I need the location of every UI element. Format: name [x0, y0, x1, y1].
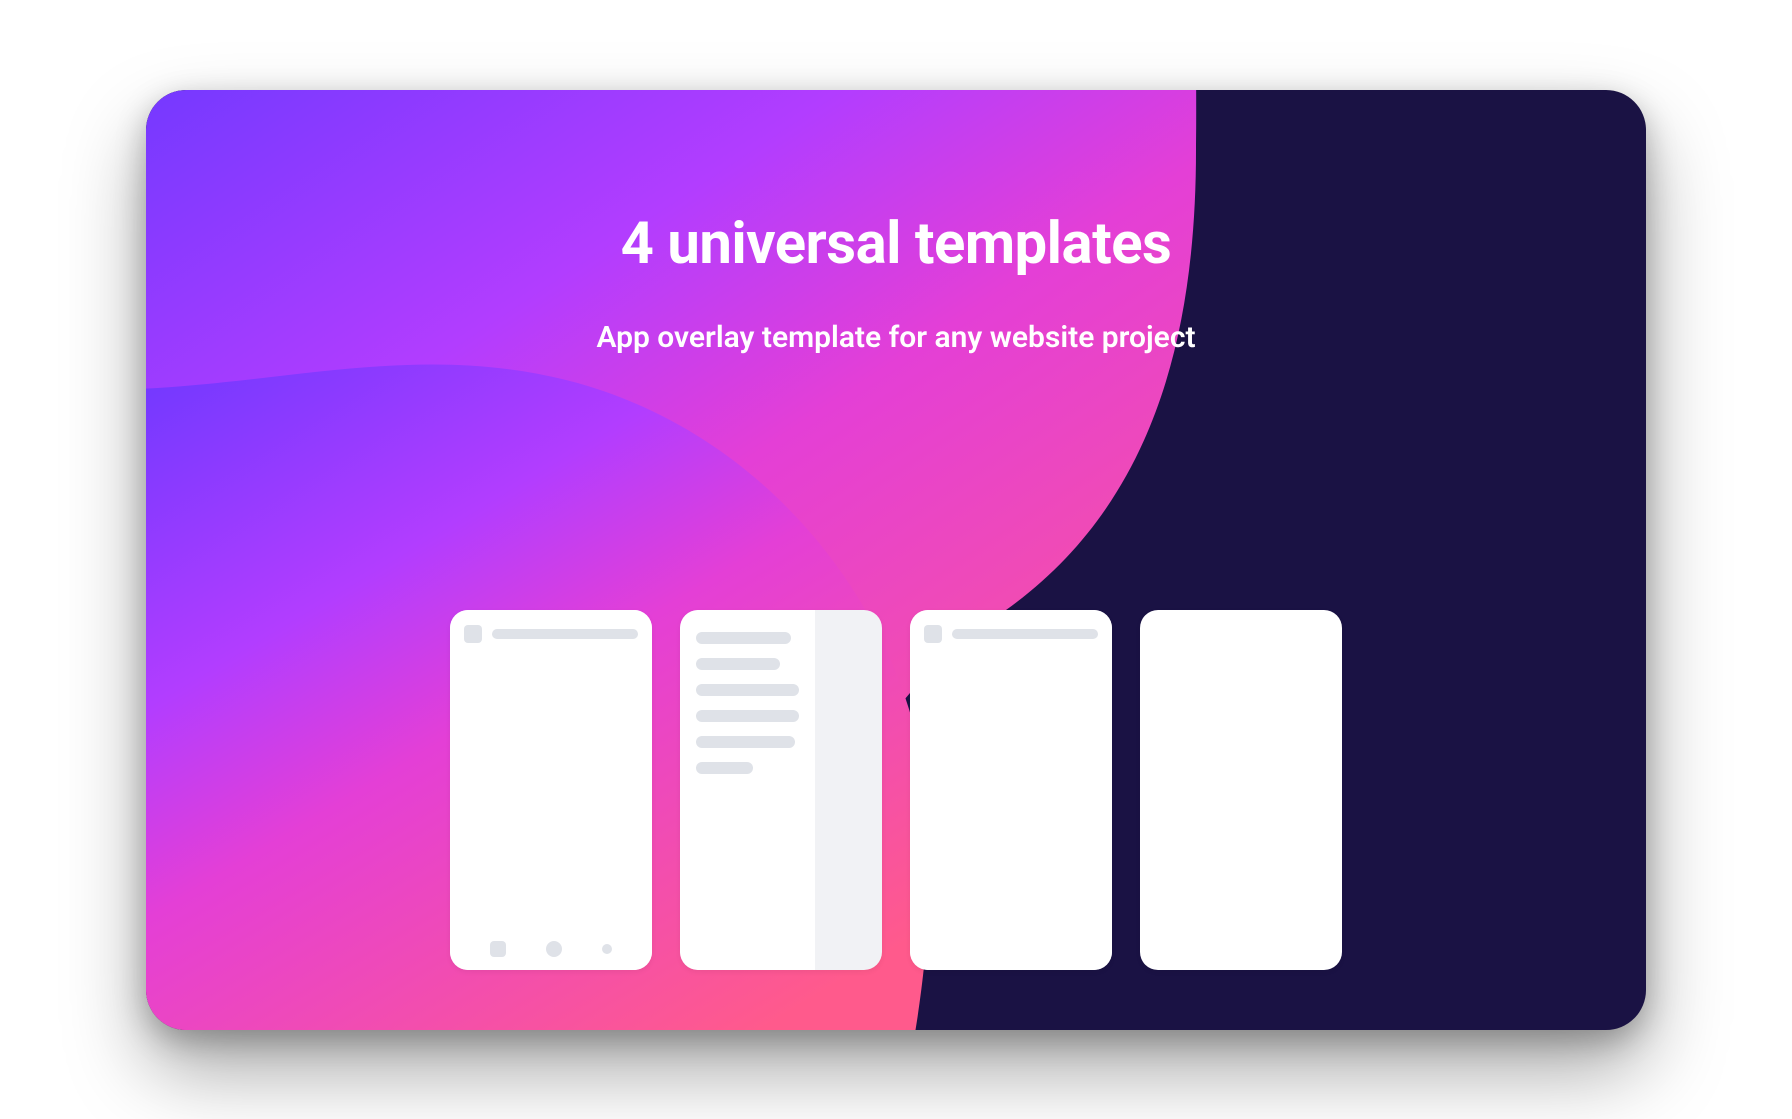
nav-dot-icon: [602, 944, 612, 954]
hero-subtitle: App overlay template for any website pro…: [146, 320, 1646, 355]
mock-body: [450, 658, 652, 928]
nav-square-icon: [490, 941, 506, 957]
mock-footer-nav: [450, 928, 652, 970]
hero-title: 4 universal templates: [146, 210, 1646, 278]
template-card-drawer: [680, 610, 882, 970]
template-card-header-footer: [450, 610, 652, 970]
mock-body: [910, 658, 1112, 970]
drawer-line: [696, 736, 795, 748]
square-icon: [464, 625, 482, 643]
drawer-line: [696, 632, 791, 644]
nav-circle-icon: [546, 941, 562, 957]
mock-header: [450, 610, 652, 658]
placeholder-bar: [952, 629, 1098, 639]
hero-text: 4 universal templates App overlay templa…: [146, 90, 1646, 355]
template-card-header: [910, 610, 1112, 970]
drawer-line: [696, 762, 753, 774]
placeholder-bar: [492, 629, 638, 639]
promo-frame: 4 universal templates App overlay templa…: [146, 90, 1646, 1030]
template-card-blank: [1140, 610, 1342, 970]
mock-header: [910, 610, 1112, 658]
template-cards-row: [146, 610, 1646, 970]
mock-drawer: [680, 610, 815, 970]
square-icon: [924, 625, 942, 643]
drawer-line: [696, 710, 799, 722]
drawer-line: [696, 658, 780, 670]
drawer-line: [696, 684, 799, 696]
